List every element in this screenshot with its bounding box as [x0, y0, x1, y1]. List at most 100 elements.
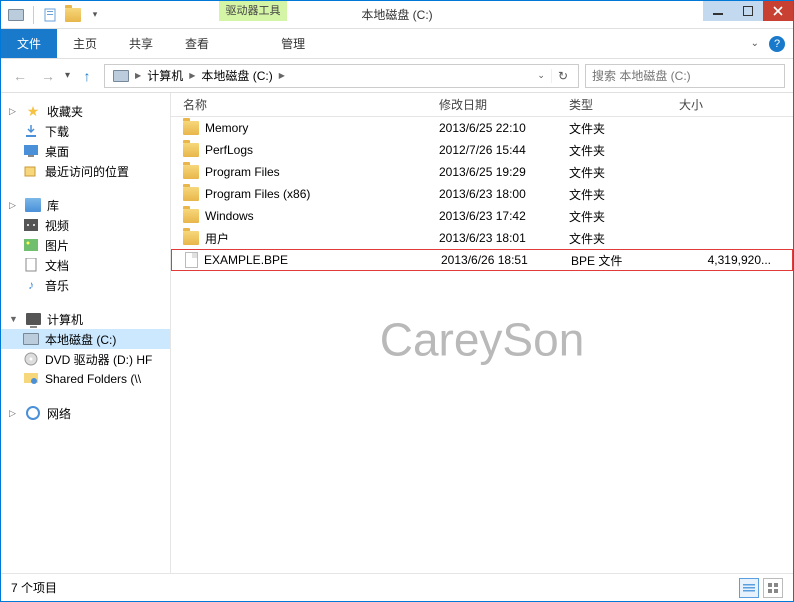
nav-favorites[interactable]: ▷★收藏夹 — [1, 101, 170, 121]
file-name: Program Files (x86) — [205, 187, 310, 201]
folder-row[interactable]: Program Files2013/6/25 19:29文件夹 — [171, 161, 793, 183]
nav-favorites-group: ▷★收藏夹 下载 桌面 最近访问的位置 — [1, 101, 170, 181]
new-folder-icon[interactable] — [64, 6, 82, 24]
folder-row[interactable]: Memory2013/6/25 22:10文件夹 — [171, 117, 793, 139]
body-area: ▷★收藏夹 下载 桌面 最近访问的位置 ▷库 视频 图片 文档 ♪音乐 ▼计算机… — [1, 93, 793, 573]
folder-icon — [183, 121, 199, 135]
nav-localdisk-c[interactable]: 本地磁盘 (C:) — [1, 329, 170, 349]
file-row[interactable]: EXAMPLE.BPE2013/6/26 18:51BPE 文件4,319,92… — [171, 249, 793, 271]
folder-row[interactable]: PerfLogs2012/7/26 15:44文件夹 — [171, 139, 793, 161]
properties-icon[interactable] — [42, 6, 60, 24]
file-name: Program Files — [205, 165, 280, 179]
breadcrumb-computer[interactable]: 计算机 — [143, 67, 187, 84]
file-type: 文件夹 — [561, 230, 671, 247]
desktop-icon — [23, 143, 39, 159]
tab-manage[interactable]: 管理 — [265, 29, 321, 58]
file-icon — [185, 252, 198, 268]
address-bar: ← → ▾ ↑ ▶ 计算机 ▶ 本地磁盘 (C:) ▶ ⌄ ↻ — [1, 59, 793, 93]
music-icon: ♪ — [23, 277, 39, 293]
library-icon — [25, 197, 41, 213]
nav-recent[interactable]: 最近访问的位置 — [1, 161, 170, 181]
details-view-button[interactable] — [739, 578, 759, 598]
folder-icon — [183, 187, 199, 201]
document-icon — [23, 257, 39, 273]
watermark-text: CareySon — [380, 313, 585, 367]
maximize-button[interactable] — [733, 1, 763, 21]
video-icon — [23, 217, 39, 233]
tab-view[interactable]: 查看 — [169, 29, 225, 58]
minimize-button[interactable] — [703, 1, 733, 21]
back-button[interactable]: ← — [9, 65, 31, 87]
drive-icon — [23, 331, 39, 347]
view-buttons — [739, 578, 783, 598]
breadcrumb[interactable]: ▶ 计算机 ▶ 本地磁盘 (C:) ▶ ⌄ ↻ — [104, 64, 579, 88]
file-date: 2012/7/26 15:44 — [431, 143, 561, 157]
column-headers: 名称 修改日期 类型 大小 — [171, 93, 793, 117]
nav-network[interactable]: ▷网络 — [1, 403, 170, 423]
refresh-button[interactable]: ↻ — [551, 69, 574, 83]
file-size: 4,319,920... — [673, 253, 791, 267]
nav-music[interactable]: ♪音乐 — [1, 275, 170, 295]
up-button[interactable]: ↑ — [76, 65, 98, 87]
breadcrumb-drive-icon[interactable] — [109, 70, 133, 82]
file-date: 2013/6/25 22:10 — [431, 121, 561, 135]
breadcrumb-dropdown-icon[interactable]: ⌄ — [533, 70, 549, 81]
nav-documents[interactable]: 文档 — [1, 255, 170, 275]
forward-button[interactable]: → — [37, 65, 59, 87]
ribbon-expand-icon[interactable]: ⌄ — [751, 38, 759, 49]
folder-row[interactable]: Program Files (x86)2013/6/23 18:00文件夹 — [171, 183, 793, 205]
breadcrumb-separator[interactable]: ▶ — [189, 71, 195, 80]
recent-icon — [23, 163, 39, 179]
help-icon[interactable]: ? — [769, 36, 785, 52]
file-type: 文件夹 — [561, 142, 671, 159]
nav-network-group: ▷网络 — [1, 403, 170, 423]
window-controls — [703, 1, 793, 21]
nav-computer[interactable]: ▼计算机 — [1, 309, 170, 329]
navigation-pane: ▷★收藏夹 下载 桌面 最近访问的位置 ▷库 视频 图片 文档 ♪音乐 ▼计算机… — [1, 93, 171, 573]
file-list[interactable]: CareySon Memory2013/6/25 22:10文件夹PerfLog… — [171, 117, 793, 573]
tab-home[interactable]: 主页 — [57, 29, 113, 58]
breadcrumb-separator[interactable]: ▶ — [279, 71, 285, 80]
folder-row[interactable]: Windows2013/6/23 17:42文件夹 — [171, 205, 793, 227]
nav-libraries-group: ▷库 视频 图片 文档 ♪音乐 — [1, 195, 170, 295]
file-type: 文件夹 — [561, 186, 671, 203]
drive-icon — [7, 6, 25, 24]
file-date: 2013/6/23 18:01 — [431, 231, 561, 245]
separator — [33, 6, 34, 24]
breadcrumb-separator[interactable]: ▶ — [135, 71, 141, 80]
history-dropdown-icon[interactable]: ▾ — [65, 70, 70, 81]
explorer-window: ▾ 驱动器工具 本地磁盘 (C:) 文件 主页 共享 查看 管理 ⌄ ? ← →… — [0, 0, 794, 602]
search-input[interactable] — [592, 69, 778, 83]
star-icon: ★ — [25, 103, 41, 119]
file-date: 2013/6/25 19:29 — [431, 165, 561, 179]
column-size[interactable]: 大小 — [671, 96, 793, 113]
folder-icon — [183, 209, 199, 223]
column-name[interactable]: 名称 — [171, 96, 431, 113]
network-folder-icon — [23, 371, 39, 387]
column-date[interactable]: 修改日期 — [431, 96, 561, 113]
column-type[interactable]: 类型 — [561, 96, 671, 113]
nav-favorites-label: 收藏夹 — [47, 103, 83, 120]
file-date: 2013/6/26 18:51 — [433, 253, 563, 267]
folder-icon — [183, 231, 199, 245]
nav-desktop[interactable]: 桌面 — [1, 141, 170, 161]
tab-file[interactable]: 文件 — [1, 29, 57, 58]
folder-icon — [183, 143, 199, 157]
icons-view-button[interactable] — [763, 578, 783, 598]
nav-libraries[interactable]: ▷库 — [1, 195, 170, 215]
nav-videos[interactable]: 视频 — [1, 215, 170, 235]
file-name: Windows — [205, 209, 254, 223]
breadcrumb-localdisk[interactable]: 本地磁盘 (C:) — [197, 67, 276, 84]
computer-icon — [25, 311, 41, 327]
nav-dvd-drive[interactable]: DVD 驱动器 (D:) HF — [1, 349, 170, 369]
qat-dropdown-icon[interactable]: ▾ — [86, 6, 104, 24]
nav-pictures[interactable]: 图片 — [1, 235, 170, 255]
folder-row[interactable]: 用户2013/6/23 18:01文件夹 — [171, 227, 793, 249]
search-box[interactable] — [585, 64, 785, 88]
tab-share[interactable]: 共享 — [113, 29, 169, 58]
contextual-tab-label: 驱动器工具 — [219, 1, 287, 21]
file-name: Memory — [205, 121, 248, 135]
close-button[interactable] — [763, 1, 793, 21]
nav-downloads[interactable]: 下载 — [1, 121, 170, 141]
nav-shared-folders[interactable]: Shared Folders (\\ — [1, 369, 170, 389]
